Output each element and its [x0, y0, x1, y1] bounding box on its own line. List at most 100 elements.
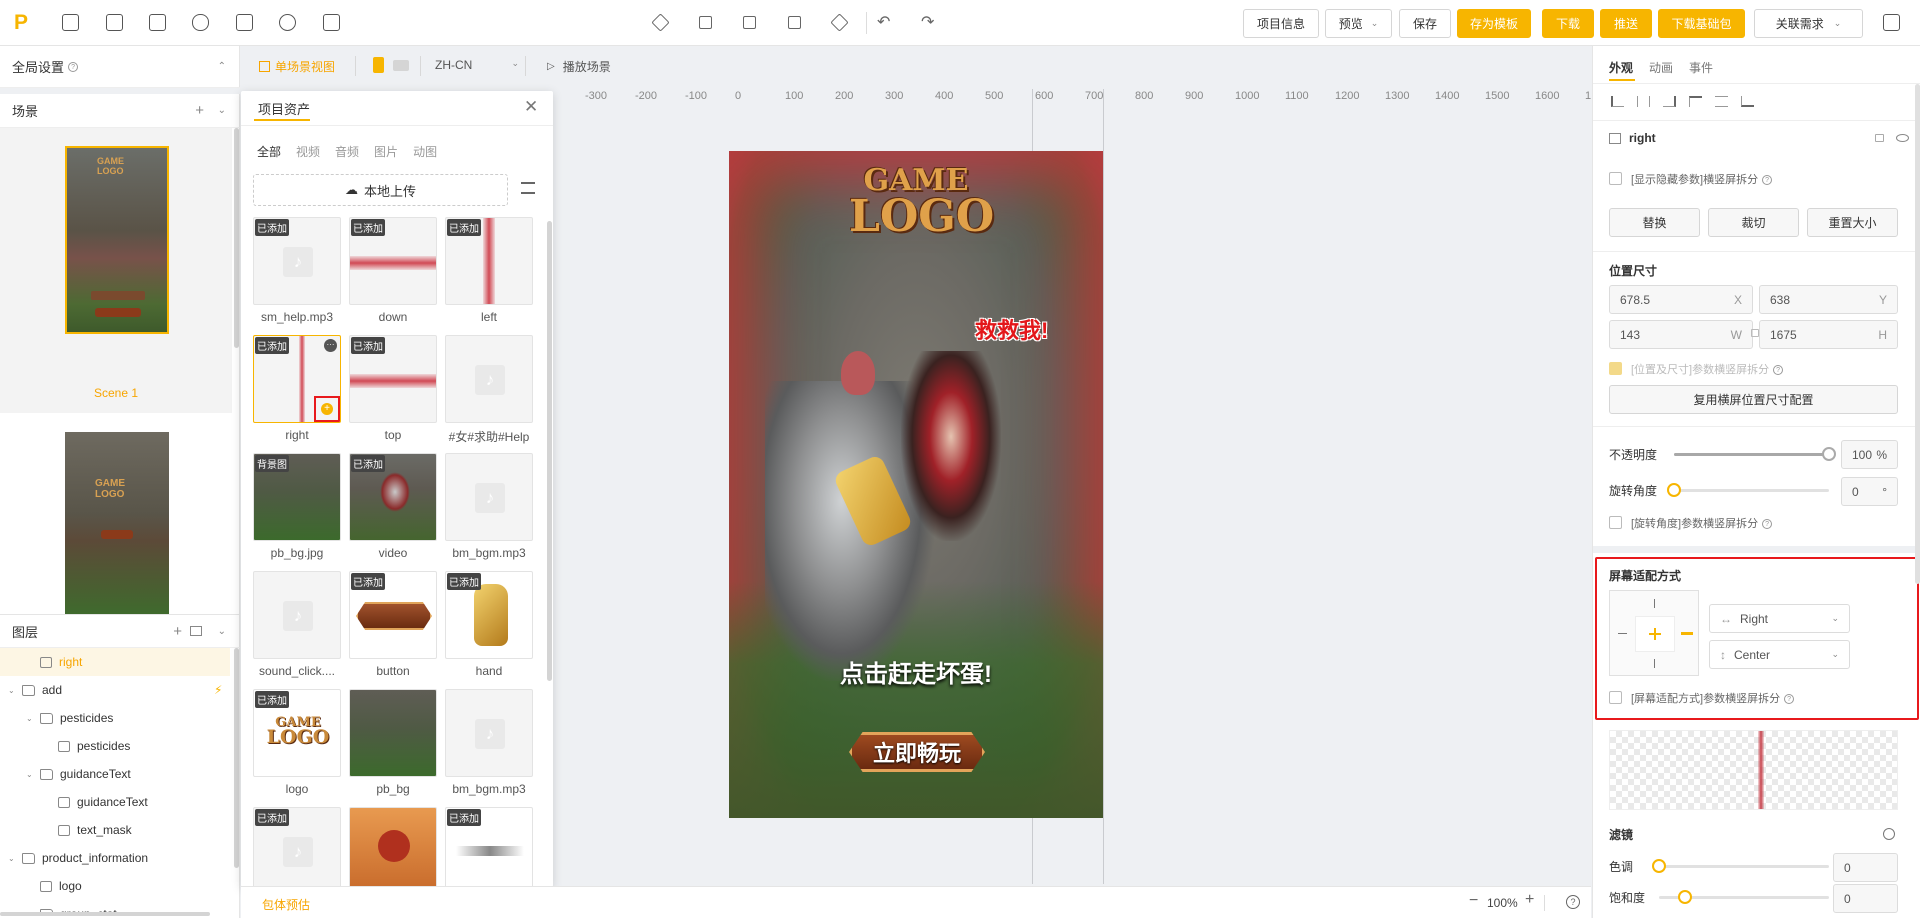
scene-2-thumbnail[interactable]: GAME LOGO	[65, 432, 169, 614]
download-base-button[interactable]: 下载基础包	[1658, 9, 1745, 38]
linked-requirement-dropdown[interactable]: 关联需求 ⌄	[1754, 9, 1863, 38]
help-icon[interactable]: ?	[1773, 365, 1784, 376]
opacity-input[interactable]: 100%	[1841, 440, 1898, 469]
logo-icon[interactable]: P	[14, 12, 36, 34]
asset-tile[interactable]: 已添加	[445, 807, 533, 887]
saturation-input[interactable]: 0	[1833, 884, 1898, 913]
asset-scrollbar[interactable]	[547, 221, 552, 681]
lock-icon[interactable]	[1875, 134, 1884, 142]
chevron-down-icon[interactable]: ⌄	[218, 105, 226, 116]
asset-tile[interactable]: 已添加	[349, 453, 437, 541]
filter-settings-icon[interactable]	[521, 182, 535, 194]
at-icon[interactable]	[279, 14, 296, 31]
asset-tile[interactable]: ♪	[445, 689, 533, 777]
asset-tile[interactable]: ♪	[253, 571, 341, 659]
clipboard-check-icon[interactable]	[1883, 14, 1900, 31]
help-icon[interactable]: ?	[1784, 694, 1795, 705]
folder-icon[interactable]	[699, 16, 712, 29]
chevron-down-icon[interactable]: ⌄	[8, 686, 16, 695]
add-to-scene-highlight[interactable]: +	[314, 396, 340, 422]
portrait-mode-icon[interactable]	[373, 57, 384, 73]
add-scene-icon[interactable]: +	[195, 102, 204, 119]
layer-row[interactable]: ⌄ pesticides	[0, 704, 230, 732]
touch-icon[interactable]	[192, 14, 209, 31]
aspect-lock-icon[interactable]	[1751, 329, 1759, 337]
anchor-widget[interactable]	[1609, 590, 1699, 676]
h-input[interactable]: 1675 H	[1759, 320, 1898, 349]
publish-button[interactable]: 推送	[1600, 9, 1652, 38]
chevron-down-icon[interactable]: ⌄	[26, 714, 34, 723]
layer-row[interactable]: guidanceText	[0, 788, 230, 816]
hue-input[interactable]: 0	[1833, 853, 1898, 882]
stack-icon[interactable]	[651, 13, 670, 32]
align-middle-v-icon[interactable]	[1715, 96, 1728, 107]
align-top-icon[interactable]	[1689, 96, 1702, 107]
layers-icon[interactable]	[106, 14, 123, 31]
close-icon[interactable]: ✕	[524, 97, 538, 117]
zoom-in-icon[interactable]: +	[1525, 891, 1534, 909]
layer-row[interactable]: text_mask	[0, 816, 230, 844]
asset-tile[interactable]: 已添加 ♪	[253, 807, 341, 887]
asset-tile[interactable]: 已添加 GAME LOGO	[253, 689, 341, 777]
folder-add-icon[interactable]	[190, 626, 202, 636]
asset-tab[interactable]: 图片	[374, 143, 398, 160]
asset-tile[interactable]: ♪	[445, 335, 533, 423]
asset-tile[interactable]: ♪	[445, 453, 533, 541]
layer-row[interactable]: ⌄ product_information	[0, 844, 230, 872]
add-layer-icon[interactable]: +	[173, 623, 182, 640]
zoom-out-icon[interactable]: −	[1469, 892, 1478, 910]
align-right-icon[interactable]	[1663, 96, 1676, 107]
sort-icon[interactable]	[236, 14, 253, 31]
canvas-area[interactable]: -300 -200 -100 0 100 200 300 400 500 600 700 800 900…	[555, 86, 1591, 886]
chevron-up-icon[interactable]: ⌃	[218, 61, 226, 72]
reuse-landscape-button[interactable]: 复用横屏位置尺寸配置	[1609, 385, 1898, 414]
lightning-icon[interactable]: ⚡	[214, 683, 222, 697]
asset-tab[interactable]: 视频	[296, 143, 320, 160]
chevron-down-icon[interactable]: ⌄	[8, 854, 16, 863]
asset-tile[interactable]: 已添加	[349, 571, 437, 659]
asset-tile[interactable]: 已添加	[349, 335, 437, 423]
horizontal-align-select[interactable]: ↔ Right ⌄	[1709, 604, 1850, 633]
rotation-input[interactable]: 0 °	[1841, 477, 1898, 506]
text-icon[interactable]	[149, 14, 166, 31]
vertical-align-select[interactable]: ↕ Center ⌄	[1709, 640, 1850, 669]
asset-tab[interactable]: 全部	[257, 143, 281, 160]
saturation-slider-handle[interactable]	[1677, 890, 1692, 904]
landscape-mode-icon[interactable]	[393, 60, 409, 71]
asset-tab[interactable]: 音频	[335, 143, 359, 160]
replace-button[interactable]: 替换	[1609, 208, 1700, 237]
chevron-down-icon[interactable]: ⌄	[218, 626, 226, 637]
folder-open-icon[interactable]	[743, 16, 756, 29]
more-options-icon[interactable]: ···	[324, 339, 337, 352]
save-template-button[interactable]: 存为模板	[1457, 9, 1531, 38]
inbox-icon[interactable]	[62, 14, 79, 31]
eraser-icon[interactable]	[830, 13, 849, 32]
rotation-slider-handle[interactable]	[1667, 483, 1681, 497]
play-scene-button[interactable]: ▷ 播放场景	[547, 58, 611, 75]
save-button[interactable]: 保存	[1399, 9, 1451, 38]
rotation-split-checkbox[interactable]	[1609, 516, 1622, 529]
asset-tile[interactable]: 已添加	[445, 571, 533, 659]
reset-size-button[interactable]: 重置大小	[1807, 208, 1898, 237]
help-icon[interactable]: ?	[1762, 519, 1773, 530]
property-tab[interactable]: 事件	[1689, 59, 1713, 76]
project-info-button[interactable]: 项目信息	[1243, 9, 1319, 38]
language-select[interactable]: ZH-CN ⌄	[435, 58, 519, 72]
x-input[interactable]: 678.5 X	[1609, 285, 1753, 314]
help-icon[interactable]: ?	[68, 61, 79, 72]
local-upload-button[interactable]: ☁ 本地上传	[253, 174, 508, 206]
single-scene-view-toggle[interactable]: 单场景视图	[259, 58, 335, 75]
asset-tile[interactable]: 已添加 ♪	[253, 217, 341, 305]
y-input[interactable]: 638 Y	[1759, 285, 1898, 314]
asset-tile[interactable]	[349, 689, 437, 777]
hue-slider-track[interactable]	[1659, 865, 1829, 868]
layout-icon[interactable]	[323, 14, 340, 31]
position-split-checkbox[interactable]	[1609, 362, 1622, 375]
play-now-button[interactable]: 立即畅玩	[849, 732, 985, 772]
anchor-center-icon[interactable]	[1635, 616, 1675, 652]
align-left-icon[interactable]	[1611, 96, 1624, 107]
download-button[interactable]: 下载	[1542, 9, 1594, 38]
layer-row[interactable]: logo	[0, 872, 230, 900]
layer-row[interactable]: right	[0, 648, 230, 676]
asset-tile[interactable]: 背景图	[253, 453, 341, 541]
